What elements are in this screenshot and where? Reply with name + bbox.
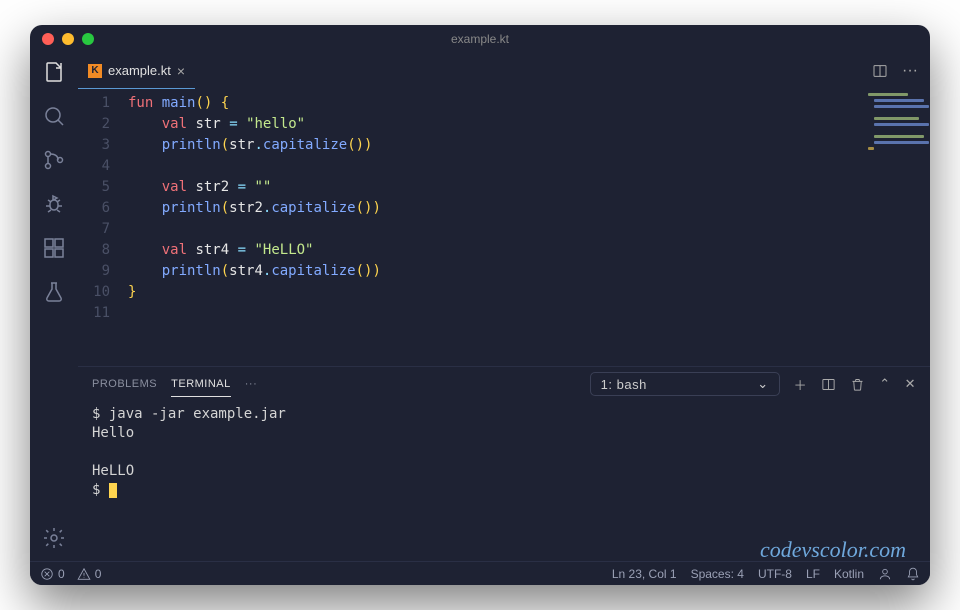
window-controls	[42, 33, 94, 45]
status-encoding[interactable]: UTF-8	[758, 567, 792, 581]
close-window-button[interactable]	[42, 33, 54, 45]
main-column: K example.kt × ··· 1234567891011 fun mai…	[78, 53, 930, 561]
panel-tabs: PROBLEMS TERMINAL ··· 1: bash ⌄ ＋	[78, 367, 930, 401]
tab-close-icon[interactable]: ×	[177, 63, 185, 79]
new-terminal-icon[interactable]: ＋	[794, 375, 808, 394]
kotlin-file-icon: K	[88, 64, 102, 78]
debug-icon[interactable]	[41, 191, 67, 217]
status-eol[interactable]: LF	[806, 567, 820, 581]
terminal-selector[interactable]: 1: bash ⌄	[590, 372, 780, 396]
maximize-window-button[interactable]	[82, 33, 94, 45]
terminal-selector-label: 1: bash	[601, 377, 647, 392]
editor-area[interactable]: 1234567891011 fun main() { val str = "he…	[78, 89, 930, 366]
activity-bar	[30, 53, 78, 561]
notifications-bell-icon[interactable]	[906, 567, 920, 581]
search-icon[interactable]	[41, 103, 67, 129]
titlebar: example.kt	[30, 25, 930, 53]
source-control-icon[interactable]	[41, 147, 67, 173]
explorer-icon[interactable]	[41, 59, 67, 85]
body-area: K example.kt × ··· 1234567891011 fun mai…	[30, 53, 930, 561]
panel-tab-terminal[interactable]: TERMINAL	[171, 372, 231, 397]
status-indentation[interactable]: Spaces: 4	[691, 567, 744, 581]
close-panel-icon[interactable]: ✕	[905, 376, 916, 392]
split-editor-icon[interactable]	[872, 62, 888, 80]
feedback-icon[interactable]	[878, 567, 892, 581]
editor-window: example.kt	[30, 25, 930, 585]
line-number-gutter: 1234567891011	[78, 93, 128, 366]
tab-bar: K example.kt × ···	[78, 53, 930, 89]
extensions-icon[interactable]	[41, 235, 67, 261]
testing-icon[interactable]	[41, 279, 67, 305]
window-title: example.kt	[451, 32, 509, 46]
panel-tab-problems[interactable]: PROBLEMS	[92, 372, 157, 396]
bottom-panel: PROBLEMS TERMINAL ··· 1: bash ⌄ ＋	[78, 366, 930, 561]
code-content[interactable]: fun main() { val str = "hello" println(s…	[128, 93, 930, 366]
panel-more-icon[interactable]: ···	[245, 378, 258, 390]
settings-gear-icon[interactable]	[41, 525, 67, 551]
status-warnings[interactable]: 0	[77, 567, 102, 581]
minimize-window-button[interactable]	[62, 33, 74, 45]
split-terminal-icon[interactable]	[821, 377, 836, 392]
maximize-panel-icon[interactable]: ⌃	[879, 376, 890, 392]
kill-terminal-icon[interactable]	[850, 377, 865, 392]
chevron-down-icon: ⌄	[757, 376, 768, 392]
more-actions-icon[interactable]: ···	[902, 62, 918, 80]
status-errors[interactable]: 0	[40, 567, 65, 581]
editor-tab-example[interactable]: K example.kt ×	[78, 53, 195, 89]
status-language[interactable]: Kotlin	[834, 567, 864, 581]
watermark-text: codevscolor.com	[760, 537, 906, 563]
status-cursor-position[interactable]: Ln 23, Col 1	[612, 567, 677, 581]
statusbar: 0 0 Ln 23, Col 1 Spaces: 4 UTF-8 LF Kotl…	[30, 561, 930, 585]
tab-filename: example.kt	[108, 63, 171, 78]
